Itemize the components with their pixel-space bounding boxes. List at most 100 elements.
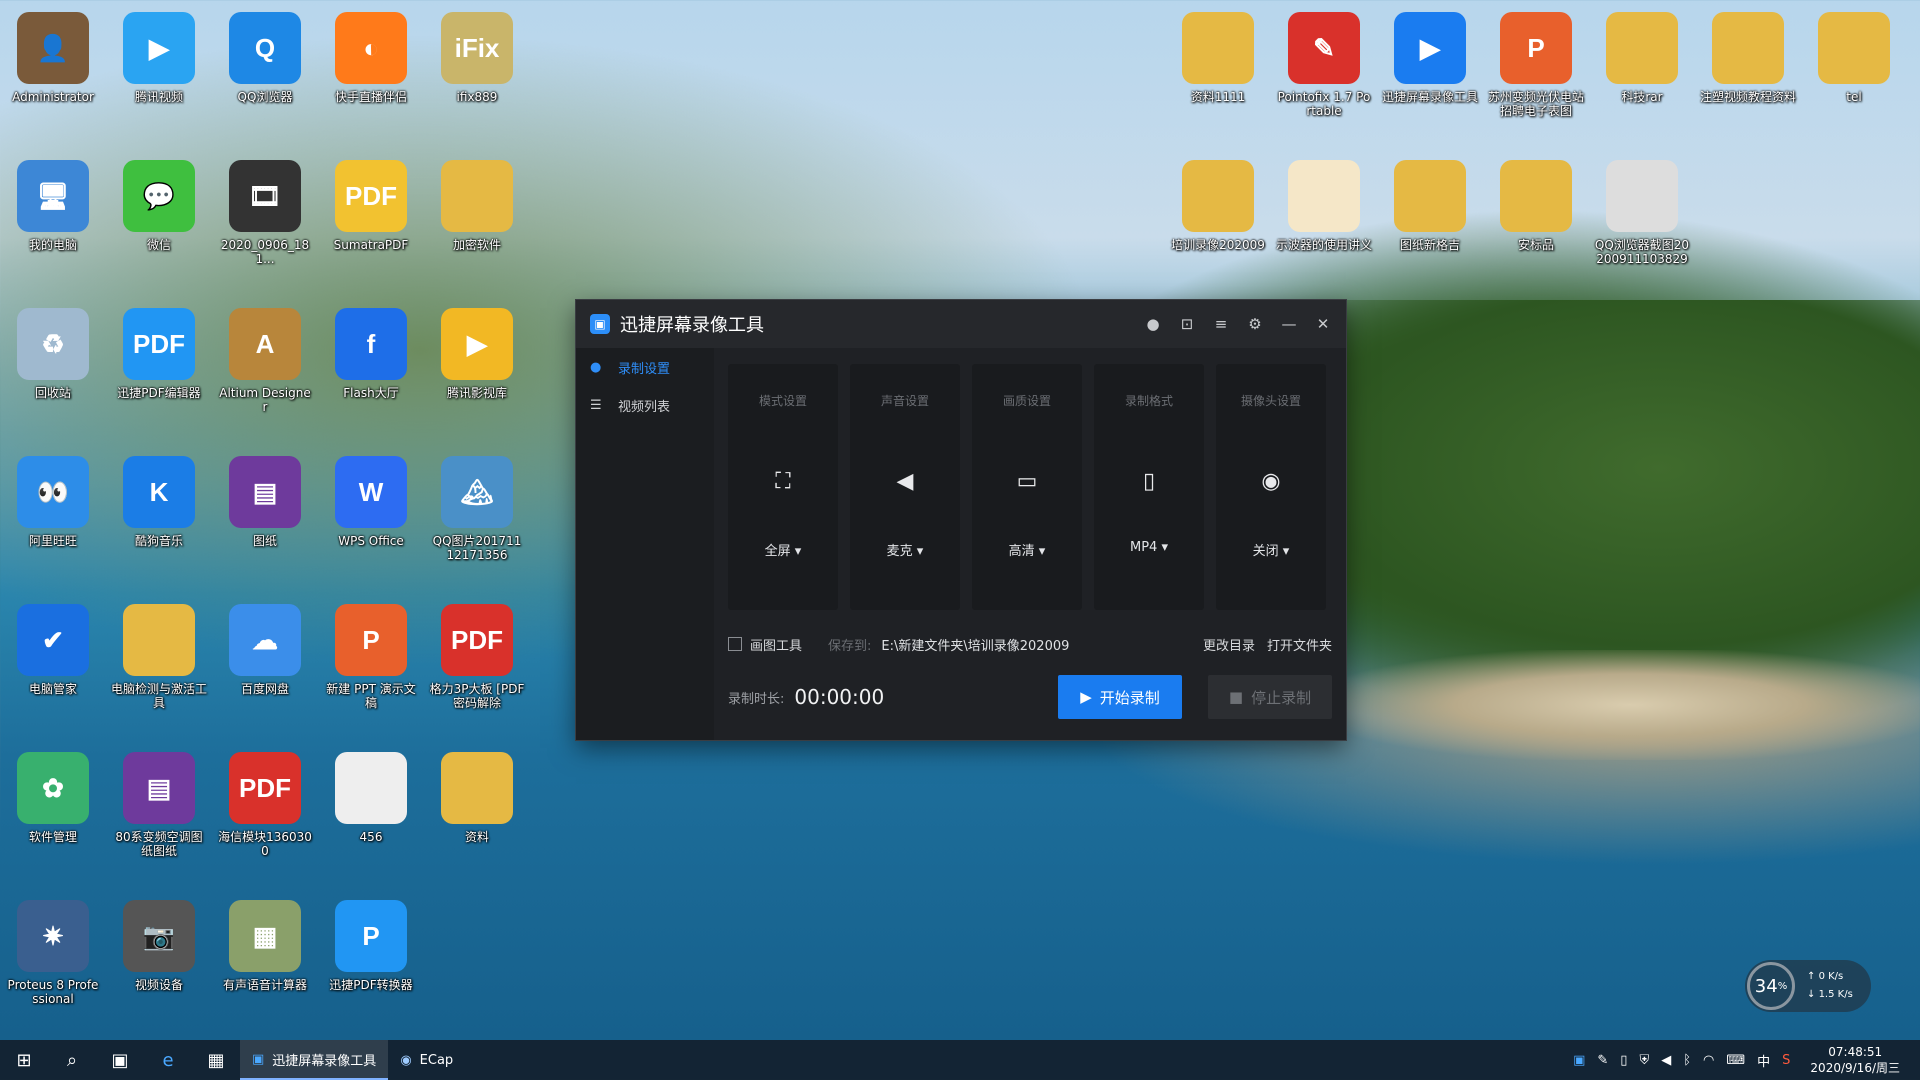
desktop-icon[interactable]: P 苏州变频光伏电站招聘电子表图 xyxy=(1488,12,1584,118)
tray-sogou-icon[interactable]: S xyxy=(1782,1053,1790,1068)
menu-icon[interactable]: ≡ xyxy=(1212,315,1230,333)
desktop-icon-image: 🖥 xyxy=(17,160,89,232)
draw-tool-checkbox[interactable] xyxy=(728,637,742,651)
desktop-icon[interactable]: ◐ 快手直播伴侣 xyxy=(323,12,419,104)
tray-network-icon[interactable]: ◠ xyxy=(1703,1053,1714,1068)
audio-settings-card[interactable]: 声音设置 ◀ 麦克 ▾ xyxy=(850,364,960,610)
speed-readout: ↑ 0 K/s ↓ 1.5 K/s xyxy=(1807,968,1853,1004)
tray-volume-icon[interactable]: ◀ xyxy=(1661,1053,1671,1068)
desktop-icon[interactable]: ♻ 回收站 xyxy=(5,308,101,400)
windows-start-icon[interactable]: ⊞ xyxy=(0,1040,48,1080)
desktop-icon[interactable]: PDF 格力3P大板 [PDF密码解除 xyxy=(429,604,525,710)
clock[interactable]: 07:48:51 2020/9/16/周三 xyxy=(1802,1044,1908,1076)
desktop-icon[interactable]: ▦ 有声语音计算器 xyxy=(217,900,313,992)
tray-feather-icon[interactable]: ✎ xyxy=(1597,1053,1608,1068)
desktop-icon-image: 📷 xyxy=(123,900,195,972)
input-method-indicator[interactable]: 中 xyxy=(1757,1051,1770,1070)
quality-settings-card[interactable]: 画质设置 ▭ 高清 ▾ xyxy=(972,364,1082,610)
mode-settings-card[interactable]: 模式设置 ⛶ 全屏 ▾ xyxy=(728,364,838,610)
desktop-icon[interactable]: 培训录像202009 xyxy=(1170,160,1266,252)
tray-keyboard-icon[interactable]: ⌨ xyxy=(1726,1053,1745,1068)
desktop-icon[interactable]: 🏔 QQ图片20171112171356 xyxy=(429,456,525,562)
desktop-icon[interactable]: 图纸新格吉 xyxy=(1382,160,1478,252)
desktop-icon[interactable]: 🖥 我的电脑 xyxy=(5,160,101,252)
desktop-icon[interactable]: ✷ Proteus 8 Professional xyxy=(5,900,101,1006)
desktop-icon[interactable]: 资料1111 xyxy=(1170,12,1266,104)
desktop-icon[interactable]: 安标品 xyxy=(1488,160,1584,252)
window-titlebar[interactable]: ▣ 迅捷屏幕录像工具 ● ⊡ ≡ ⚙ — ✕ xyxy=(576,300,1346,349)
desktop-icon-image xyxy=(1818,12,1890,84)
tray-app-icon[interactable]: ▣ xyxy=(1573,1053,1585,1068)
desktop-icon[interactable]: 示波器的使用讲义 xyxy=(1276,160,1372,252)
recorder-app-icon: ▣ xyxy=(252,1051,265,1067)
desktop-icon[interactable]: P 迅捷PDF转换器 xyxy=(323,900,419,992)
desktop-icon[interactable]: A Altium Designer xyxy=(217,308,313,414)
desktop-icon[interactable]: ▤ 图纸 xyxy=(217,456,313,548)
camera-settings-card[interactable]: 摄像头设置 ◉ 关闭 ▾ xyxy=(1216,364,1326,610)
desktop-icon-label: 格力3P大板 [PDF密码解除 xyxy=(429,682,525,710)
desktop-icon[interactable]: ▶ 迅捷屏幕录像工具 xyxy=(1382,12,1478,104)
mode-dropdown[interactable]: 全屏 ▾ xyxy=(765,540,802,559)
desktop-icon[interactable]: 📷 视频设备 xyxy=(111,900,207,992)
desktop-icon[interactable]: ☁ 百度网盘 xyxy=(217,604,313,696)
search-icon[interactable]: ⌕ xyxy=(48,1040,96,1080)
desktop-icon[interactable]: f Flash大厅 xyxy=(323,308,419,400)
quality-dropdown[interactable]: 高清 ▾ xyxy=(1009,540,1046,559)
desktop-icon[interactable]: P 新建 PPT 演示文稿 xyxy=(323,604,419,710)
desktop-icon[interactable]: ✿ 软件管理 xyxy=(5,752,101,844)
tray-bluetooth-icon[interactable]: ᛒ xyxy=(1683,1053,1691,1068)
desktop-icon[interactable]: 💬 微信 xyxy=(111,160,207,252)
open-folder-link[interactable]: 打开文件夹 xyxy=(1267,635,1332,654)
desktop-icon[interactable]: PDF 迅捷PDF编辑器 xyxy=(111,308,207,400)
desktop-icon[interactable]: 👤 Administrator xyxy=(5,12,101,104)
network-speed-widget[interactable]: 34% ↑ 0 K/s ↓ 1.5 K/s xyxy=(1745,960,1871,1012)
camera-dropdown[interactable]: 关闭 ▾ xyxy=(1253,540,1290,559)
desktop-icon[interactable]: 电脑检测与激活工具 xyxy=(111,604,207,710)
calculator-icon[interactable]: ▦ xyxy=(192,1040,240,1080)
stop-recording-button[interactable]: ■ 停止录制 xyxy=(1208,675,1332,719)
task-view-icon[interactable]: ▣ xyxy=(96,1040,144,1080)
desktop-icon[interactable]: ▶ 腾讯视频 xyxy=(111,12,207,104)
tray-shield-icon[interactable]: ⛨ xyxy=(1639,1053,1649,1068)
desktop-icon[interactable]: ✔ 电脑管家 xyxy=(5,604,101,696)
settings-icon[interactable]: ⚙ xyxy=(1246,315,1264,333)
sidebar-item-record-settings[interactable]: ● 录制设置 xyxy=(576,348,714,386)
desktop-icon[interactable]: 456 xyxy=(323,752,419,844)
desktop-icon[interactable]: Q QQ浏览器 xyxy=(217,12,313,104)
desktop-icon-label: QQ浏览器 xyxy=(237,90,293,104)
minimize-icon[interactable]: — xyxy=(1280,315,1298,333)
desktop-icon-image: 🏔 xyxy=(441,456,513,528)
desktop-icon-label: 腾讯视频 xyxy=(134,90,183,104)
tray-usb-icon[interactable]: ▯ xyxy=(1620,1053,1627,1068)
format-settings-card[interactable]: 录制格式 ▯ MP4 ▾ xyxy=(1094,364,1204,610)
desktop-icon[interactable]: K 酷狗音乐 xyxy=(111,456,207,548)
user-icon[interactable]: ● xyxy=(1144,315,1162,333)
taskbar-app-ecap[interactable]: ◉ ECap xyxy=(388,1040,465,1080)
desktop-icon[interactable]: 资料 xyxy=(429,752,525,844)
desktop-icon[interactable]: 👀 阿里旺旺 xyxy=(5,456,101,548)
desktop-icon[interactable]: W WPS Office xyxy=(323,456,419,548)
format-dropdown[interactable]: MP4 ▾ xyxy=(1130,540,1168,555)
taskbar-app-recorder[interactable]: ▣ 迅捷屏幕录像工具 xyxy=(240,1040,389,1080)
desktop-icon[interactable]: PDF 海信模块1360300 xyxy=(217,752,313,858)
desktop-icon[interactable]: iFix ifix889 xyxy=(429,12,525,104)
audio-dropdown[interactable]: 麦克 ▾ xyxy=(887,540,924,559)
desktop-icon[interactable]: PDF SumatraPDF xyxy=(323,160,419,252)
desktop-icon-label: 软件管理 xyxy=(28,830,77,844)
start-recording-button[interactable]: ▶ 开始录制 xyxy=(1058,675,1182,719)
desktop-icon[interactable]: ▶ 腾讯影视库 xyxy=(429,308,525,400)
ie-browser-icon[interactable]: e xyxy=(144,1040,192,1080)
desktop-icon[interactable]: tel xyxy=(1806,12,1902,104)
draw-tool-label[interactable]: 画图工具 xyxy=(750,635,802,654)
desktop-icon[interactable]: 加密软件 xyxy=(429,160,525,252)
change-directory-link[interactable]: 更改目录 xyxy=(1203,635,1255,654)
close-icon[interactable]: ✕ xyxy=(1314,315,1332,333)
desktop-icon[interactable]: 注塑视频教程资料 xyxy=(1700,12,1796,104)
sidebar-item-video-list[interactable]: ☰ 视频列表 xyxy=(576,386,714,424)
desktop-icon[interactable]: ▤ 80系变频空调图纸图纸 xyxy=(111,752,207,858)
desktop-icon[interactable]: 科技rar xyxy=(1594,12,1690,104)
desktop-icon[interactable]: ✎ Pointofix 1.7 Portable xyxy=(1276,12,1372,118)
desktop-icon[interactable]: QQ浏览器截图20200911103829 xyxy=(1594,160,1690,266)
desktop-icon[interactable]: 🎞 2020_0906_181... xyxy=(217,160,313,266)
cart-icon[interactable]: ⊡ xyxy=(1178,315,1196,333)
